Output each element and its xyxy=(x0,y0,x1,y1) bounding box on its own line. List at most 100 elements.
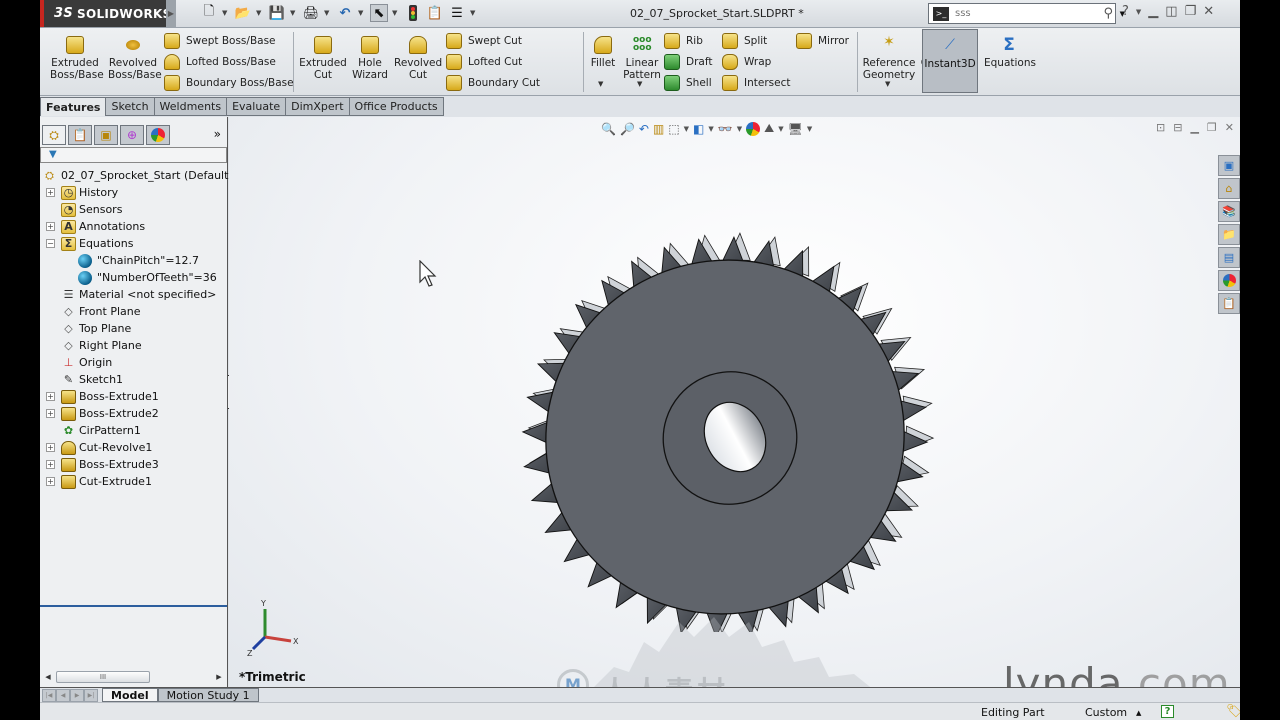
tree-item-boss-extrude2[interactable]: + Boss-Extrude2 xyxy=(40,405,227,422)
search-commands[interactable]: >_ ⚲ ▼ xyxy=(928,3,1125,24)
boundary-boss-button[interactable]: Boundary Boss/Base xyxy=(164,75,294,91)
split-button[interactable]: Split xyxy=(722,33,767,49)
search-icon[interactable]: ⚲ xyxy=(1103,6,1113,21)
reference-geometry-dropdown-arrow[interactable]: ▼ xyxy=(885,80,890,88)
viewport-single-icon[interactable]: ⊡ xyxy=(1156,121,1165,134)
tree-item-sketch1[interactable]: ✎ Sketch1 xyxy=(40,371,227,388)
instant3d-button[interactable]: ⟋ Instant3D xyxy=(922,29,978,93)
extruded-boss-button[interactable]: Extruded Boss/Base xyxy=(50,36,104,81)
save-icon[interactable]: 💾 xyxy=(268,4,286,22)
tree-item-history[interactable]: + ◷ History xyxy=(40,184,227,201)
options-dropdown-arrow[interactable]: ▼ xyxy=(470,9,478,17)
open-dropdown-arrow[interactable]: ▼ xyxy=(256,9,264,17)
hide-show-items-icon[interactable]: 👓 xyxy=(718,122,733,136)
shell-button[interactable]: Shell xyxy=(664,75,712,91)
view-settings-icon[interactable]: 🖥 xyxy=(788,122,803,136)
tree-item-origin[interactable]: ⊥ Origin xyxy=(40,354,227,371)
tag-icon[interactable]: 🏷 xyxy=(1226,704,1240,719)
display-manager-tab[interactable] xyxy=(146,125,170,145)
tab-evaluate[interactable]: Evaluate xyxy=(227,97,287,116)
help-dropdown-arrow[interactable]: ▼ xyxy=(1136,8,1141,16)
next-tab-arrow[interactable]: ▶ xyxy=(70,688,84,702)
viewport-close-button[interactable]: ✕ xyxy=(1225,121,1234,134)
lofted-cut-button[interactable]: Lofted Cut xyxy=(446,54,522,70)
file-properties-icon[interactable]: 📋 xyxy=(426,4,444,22)
help-icon[interactable]: ? xyxy=(1122,4,1129,19)
view-orientation-dropdown[interactable]: ▼ xyxy=(684,125,689,133)
graphics-area[interactable]: 🔍 🔎 ↶ ▥ ⬚ ▼ ◧ ▼ 👓 ▼ ⛰ ▼ 🖥 ▼ ⊡ ⊟ ▁ ❐ ✕ ▣ ⌂ 📚 📁… xyxy=(229,117,1240,687)
fillet-dropdown-arrow[interactable]: ▼ xyxy=(598,80,603,88)
select-dropdown-arrow[interactable]: ▼ xyxy=(392,9,400,17)
tab-motion-study-1[interactable]: Motion Study 1 xyxy=(157,688,259,702)
units-dropdown-arrow[interactable]: ▲ xyxy=(1136,709,1141,717)
view-orientation-icon[interactable]: ⬚ xyxy=(668,122,679,136)
feature-filter[interactable]: ▼ xyxy=(40,147,227,163)
expand-icon[interactable]: + xyxy=(46,477,55,486)
tree-item-cirpattern1[interactable]: ✿ CirPattern1 xyxy=(40,422,227,439)
undo-dropdown-arrow[interactable]: ▼ xyxy=(358,9,366,17)
restore-button[interactable]: ❐ xyxy=(1185,4,1197,19)
tile-button[interactable]: ◫ xyxy=(1165,4,1177,19)
first-tab-arrow[interactable]: |◀ xyxy=(42,688,56,702)
design-library-tab[interactable]: 📚 xyxy=(1218,201,1240,222)
apply-scene-icon[interactable]: ⛰ xyxy=(764,121,774,136)
options-icon[interactable]: ☰ xyxy=(448,4,466,22)
apply-scene-dropdown[interactable]: ▼ xyxy=(778,125,783,133)
new-dropdown-arrow[interactable]: ▼ xyxy=(222,9,230,17)
rib-button[interactable]: Rib xyxy=(664,33,703,49)
wrap-button[interactable]: Wrap xyxy=(722,54,771,70)
linear-pattern-dropdown-arrow[interactable]: ▼ xyxy=(637,80,642,88)
reference-geometry-button[interactable]: ✶ Reference Geometry xyxy=(862,35,916,81)
dimxpert-manager-tab[interactable]: ⊕ xyxy=(120,125,144,145)
viewport-minimize-button[interactable]: ▁ xyxy=(1190,121,1198,134)
expand-icon[interactable]: + xyxy=(46,222,55,231)
help-status-icon[interactable]: ? xyxy=(1161,705,1174,718)
display-style-icon[interactable]: ◧ xyxy=(693,122,704,136)
equations-button[interactable]: Σ Equations xyxy=(984,36,1036,69)
display-style-dropdown[interactable]: ▼ xyxy=(708,125,713,133)
view-settings-dropdown[interactable]: ▼ xyxy=(807,125,812,133)
tree-item-numberofteeth[interactable]: "NumberOfTeeth"=36 xyxy=(40,269,227,286)
expand-icon[interactable]: + xyxy=(46,409,55,418)
more-tabs-icon[interactable]: » xyxy=(214,127,221,141)
tree-item-annotations[interactable]: + A Annotations xyxy=(40,218,227,235)
rollback-bar[interactable] xyxy=(40,605,227,607)
tree-root[interactable]: ⛭ 02_07_Sprocket_Start (Default<<D xyxy=(40,167,255,184)
rebuild-traffic-light-icon[interactable] xyxy=(404,4,422,22)
print-icon[interactable]: 🖨 xyxy=(302,4,320,22)
home-tab[interactable]: ⌂ xyxy=(1218,178,1240,199)
solidworks-logo[interactable]: 3S SOLIDWORKS xyxy=(40,0,171,27)
tab-weldments[interactable]: Weldments xyxy=(154,97,228,116)
tree-item-boss-extrude1[interactable]: + Boss-Extrude1 xyxy=(40,388,227,405)
scroll-right-arrow[interactable]: ▶ xyxy=(213,673,225,681)
tree-item-cut-revolve1[interactable]: + Cut-Revolve1 xyxy=(40,439,227,456)
expand-icon[interactable]: + xyxy=(46,460,55,469)
tab-office-products[interactable]: Office Products xyxy=(349,97,444,116)
save-dropdown-arrow[interactable]: ▼ xyxy=(290,9,298,17)
feature-manager-tab[interactable]: ⛭ xyxy=(42,125,66,145)
tree-item-front-plane[interactable]: ◇ Front Plane xyxy=(40,303,227,320)
tab-features[interactable]: Features xyxy=(40,97,107,116)
fillet-button[interactable]: Fillet xyxy=(586,36,620,69)
boundary-cut-button[interactable]: Boundary Cut xyxy=(446,75,540,91)
appearances-tab[interactable] xyxy=(1218,270,1240,291)
prev-tab-arrow[interactable]: ◀ xyxy=(56,688,70,702)
minimize-button[interactable]: ▁ xyxy=(1148,4,1158,19)
lofted-boss-button[interactable]: Lofted Boss/Base xyxy=(164,54,276,70)
horizontal-scrollbar[interactable]: ◀ III ▶ xyxy=(42,670,225,684)
tree-item-chainpitch[interactable]: "ChainPitch"=12.7 xyxy=(40,252,227,269)
mirror-button[interactable]: Mirror xyxy=(796,33,849,49)
view-palette-tab[interactable]: ▤ xyxy=(1218,247,1240,268)
tab-model[interactable]: Model xyxy=(102,688,158,702)
extruded-cut-button[interactable]: Extruded Cut xyxy=(298,36,348,81)
hole-wizard-button[interactable]: Hole Wizard xyxy=(350,36,390,81)
hide-show-dropdown[interactable]: ▼ xyxy=(737,125,742,133)
custom-properties-tab[interactable]: 📋 xyxy=(1218,293,1240,314)
tree-item-top-plane[interactable]: ◇ Top Plane xyxy=(40,320,227,337)
tree-item-equations[interactable]: − Σ Equations xyxy=(40,235,227,252)
tab-sketch[interactable]: Sketch xyxy=(106,97,155,116)
viewport-split-icon[interactable]: ⊟ xyxy=(1173,121,1182,134)
select-arrow-icon[interactable]: ⬉ xyxy=(370,4,388,22)
tree-item-sensors[interactable]: ◔ Sensors xyxy=(40,201,227,218)
open-folder-icon[interactable]: 📂 xyxy=(234,4,252,22)
